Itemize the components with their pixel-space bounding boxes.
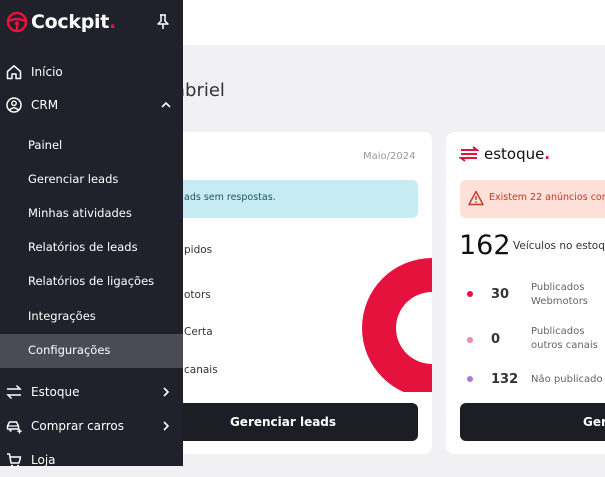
sidebar-subitem-configuracoes[interactable]: Configurações	[0, 334, 183, 368]
stat-value: 132	[491, 372, 519, 387]
estoque-logo-dot: .	[544, 145, 551, 163]
sidebar-item-label: CRM	[31, 98, 59, 112]
home-icon	[6, 65, 22, 80]
subitem-label: Relatórios de leads	[28, 240, 138, 254]
leads-row-label: Certa	[184, 326, 213, 338]
sidebar-subitem-minhas-atividades[interactable]: Minhas atividades	[0, 197, 183, 231]
stat-label: Publicados Webmotors	[531, 282, 589, 307]
estoque-card: estoque. Existem 22 anúncios com 162 Veí…	[446, 132, 605, 454]
stat-label: Não publicado	[531, 374, 603, 385]
leads-donut-chart	[362, 258, 432, 392]
stat-value: 0	[491, 332, 501, 347]
leads-row-label: otors	[184, 289, 211, 301]
status-dot	[467, 291, 473, 297]
steering-wheel-icon	[6, 11, 28, 33]
sidebar-subitem-integracoes[interactable]: Integrações	[0, 300, 183, 334]
subitem-label: Minhas atividades	[28, 206, 132, 220]
chevron-right-icon	[163, 387, 170, 397]
subitem-label: Integrações	[28, 309, 96, 323]
vehicles-total-label: Veículos no estoq	[513, 240, 605, 252]
sidebar-item-estoque[interactable]: Estoque	[0, 375, 183, 409]
sidebar-subitem-relatorios-leads[interactable]: Relatórios de leads	[0, 231, 183, 265]
sidebar-item-label: Comprar carros	[31, 419, 124, 433]
estoque-logo-text: estoque	[484, 145, 545, 163]
stat-value: 30	[491, 287, 510, 302]
banner-text: ads sem respostas.	[184, 192, 276, 203]
vehicles-total: 162	[459, 230, 511, 261]
estoque-logo: estoque.	[459, 145, 550, 163]
car-plus-icon	[6, 421, 22, 434]
estoque-logo-icon	[459, 146, 479, 162]
leads-row-label: pidos	[184, 244, 213, 256]
subitem-label: Relatórios de ligações	[28, 274, 155, 288]
sidebar-subitem-painel[interactable]: Painel	[0, 129, 183, 163]
subitem-label: Configurações	[28, 343, 111, 357]
unanswered-leads-banner[interactable]: ads sem respostas.	[148, 180, 418, 218]
sidebar-item-inicio[interactable]: Início	[0, 55, 183, 89]
sidebar-item-crm[interactable]: CRM	[0, 88, 183, 122]
leads-card: Maio/2024 ads sem respostas. pidos otors…	[148, 132, 432, 454]
manage-estoque-button-label: Ger	[583, 415, 605, 429]
chevron-up-icon	[161, 101, 171, 108]
cockpit-logo[interactable]: Cockpit.	[6, 11, 116, 33]
manage-leads-button-label: Gerenciar leads	[229, 415, 337, 429]
sidebar-item-comprar-carros[interactable]: Comprar carros	[0, 409, 183, 443]
status-dot	[467, 376, 473, 382]
pin-icon[interactable]	[156, 14, 170, 30]
logo-text: Cockpit	[31, 11, 109, 33]
warning-text: Existem 22 anúncios com	[489, 192, 605, 203]
sidebar-item-label: Início	[31, 65, 63, 79]
month-label: Maio/2024	[363, 151, 416, 162]
sidebar-subitem-relatorios-ligacoes[interactable]: Relatórios de ligações	[0, 265, 183, 299]
warning-icon	[468, 190, 484, 206]
subitem-label: Gerenciar leads	[28, 172, 119, 186]
status-dot	[467, 337, 473, 343]
leads-row-label: canais	[184, 364, 218, 376]
manage-leads-button[interactable]: Gerenciar leads	[148, 403, 418, 441]
chevron-right-icon	[163, 421, 170, 431]
sidebar-item-label: Estoque	[31, 385, 80, 399]
exchange-icon	[6, 384, 22, 400]
stat-label: Publicados outros canais	[531, 326, 598, 351]
logo-dot: .	[109, 11, 116, 33]
manage-estoque-button[interactable]: Ger	[460, 403, 605, 441]
user-circle-icon	[6, 97, 22, 113]
sidebar-item-label: Loja	[31, 453, 56, 467]
subitem-label: Painel	[28, 138, 63, 152]
sidebar: Cockpit. Início CRM Painel Gerenciar lea…	[0, 0, 183, 468]
sidebar-item-loja[interactable]: Loja	[0, 443, 183, 477]
donut-slice	[362, 258, 432, 392]
sidebar-subitem-gerenciar-leads[interactable]: Gerenciar leads	[0, 163, 183, 197]
ads-warning-banner[interactable]: Existem 22 anúncios com	[460, 180, 605, 218]
